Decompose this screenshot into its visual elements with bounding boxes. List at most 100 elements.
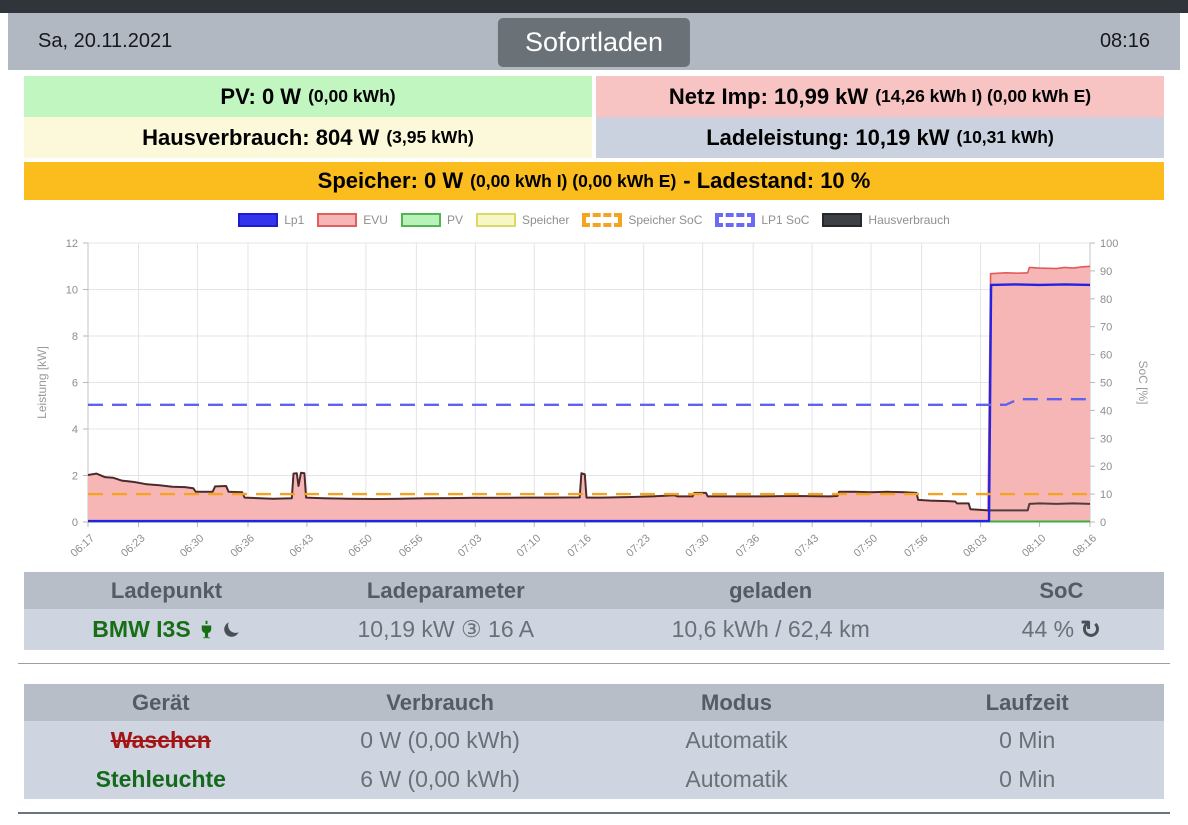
x-tick-label: 07:30 [683,532,711,559]
device-consumption: 6 W (0,00 kWh) [360,766,520,792]
bottom-divider [18,812,1170,814]
y-tick-label-right: 100 [1100,238,1118,250]
x-tick-label: 07:56 [902,532,930,559]
soc-cell: 44 % ↻ [959,615,1164,645]
x-tick-label: 06:23 [119,532,147,559]
soc-value: 44 % [1021,616,1075,642]
y-tick-label-right: 20 [1100,461,1112,473]
y-tick-label-right: 90 [1100,266,1112,278]
device-name[interactable]: Waschen [24,727,298,754]
date-label: Sa, 20.11.2021 [38,30,173,52]
device-runtime: 0 Min [999,766,1056,792]
devices-table-header: Gerät Verbrauch Modus Laufzeit [24,684,1164,721]
chart-legend: Lp1 EVU PV Speicher Speicher SoC LP1 SoC Hausv… [0,213,1188,227]
y-axis-title-right: SoC [%] [1136,360,1150,404]
legend-swatch [582,213,623,227]
top-status-strip [0,0,1188,13]
moon-icon [223,622,239,637]
charged-amount: 10,6 kWh / 62,4 km [671,616,870,642]
legend-label: PV [446,213,463,227]
col-modus: Modus [701,689,772,715]
y-tick-label-left: 4 [72,424,78,436]
y-tick-label-right: 70 [1100,322,1112,334]
y-tick-label-right: 40 [1100,405,1112,417]
legend-item[interactable]: PV [400,213,463,227]
x-tick-label: 07:43 [793,532,821,559]
pv-value: PV: 0 W [220,83,302,109]
device-name[interactable]: Stehleuchte [24,766,298,793]
x-tick-label: 07:10 [515,532,543,559]
y-tick-label-left: 6 [72,378,78,390]
legend-label: Speicher SoC [628,213,703,227]
legend-item[interactable]: Lp1 [238,213,304,227]
device-mode: Automatik [685,766,788,792]
x-tick-label: 08:10 [1020,532,1048,559]
legend-item[interactable]: Speicher [475,213,569,227]
series-area-EVU [88,266,1090,522]
devices-table-body: Waschen 0 W (0,00 kWh) Automatik 0 Min Stehl… [24,721,1164,799]
legend-item[interactable]: Speicher SoC [582,213,702,227]
charge-mode-button[interactable]: Sofortladen [497,18,691,67]
legend-label: EVU [363,213,388,227]
charge-power-energy: (10,31 kWh) [956,127,1054,147]
x-tick-label: 06:43 [287,532,315,559]
power-chart: Lp1 EVU PV Speicher Speicher SoC LP1 SoC Hausv… [0,200,1188,565]
header-bar: Sa, 20.11.2021 Sofortladen 08:16 [8,13,1180,70]
grid-import-energy: (14,26 kWh I) (0,00 kWh E) [875,86,1092,106]
battery-status-bar: Speicher: 0 W (0,00 kWh I) (0,00 kWh E) … [24,162,1164,200]
col-geraet: Gerät [132,689,190,715]
col-ladepunkt: Ladepunkt [110,577,223,603]
legend-label: LP1 SoC [761,213,810,227]
chargepoint-row[interactable]: BMW I3S 10,19 kW ③ 16 A 10,6 kWh / 62,4 … [24,609,1164,650]
status-grid: PV: 0 W (0,00 kWh) Netz Imp: 10,99 kW (1… [24,76,1164,158]
x-tick-label: 08:16 [1071,532,1099,559]
refresh-soc-icon[interactable]: ↻ [1080,615,1101,645]
col-ladeparameter: Ladeparameter [366,577,525,603]
battery-soc: - Ladestand: 10 % [683,168,871,193]
y-tick-label-left: 12 [66,238,78,250]
legend-label: Lp1 [284,213,305,227]
x-tick-label: 07:23 [624,532,652,559]
y-tick-label-right: 80 [1100,294,1112,306]
vehicle-name[interactable]: BMW I3S [92,616,190,643]
house-energy: (3,95 kWh) [386,127,474,147]
house-value: Hausverbrauch: 804 W [142,124,380,150]
grid-import-status: Netz Imp: 10,99 kW (14,26 kWh I) (0,00 k… [596,76,1164,117]
charge-power-status: Ladeleistung: 10,19 kW (10,31 kWh) [596,117,1164,158]
house-consumption-status: Hausverbrauch: 804 W (3,95 kWh) [24,117,592,158]
x-tick-label: 06:56 [397,532,425,559]
chargepoint-table: Ladepunkt Ladeparameter geladen SoC BMW … [24,572,1164,650]
devices-table: Gerät Verbrauch Modus Laufzeit Waschen 0 … [24,684,1164,799]
col-soc: SoC [1039,577,1084,603]
series-line-EVU [87,265,1091,512]
legend-swatch [400,213,441,227]
device-row[interactable]: Waschen 0 W (0,00 kWh) Automatik 0 Min [24,721,1164,760]
device-runtime: 0 Min [999,727,1056,753]
chargepoint-table-header: Ladepunkt Ladeparameter geladen SoC [24,572,1164,609]
device-row[interactable]: Stehleuchte 6 W (0,00 kWh) Automatik 0 Min [24,760,1164,799]
pv-status: PV: 0 W (0,00 kWh) [24,76,592,117]
y-tick-label-right: 0 [1100,517,1106,529]
charge-params: 10,19 kW ③ 16 A [357,616,535,642]
x-tick-label: 08:03 [961,532,989,559]
legend-item[interactable]: EVU [317,213,388,227]
legend-swatch [822,213,863,227]
x-tick-label: 06:30 [178,532,206,559]
device-mode: Automatik [685,727,788,753]
y-tick-label-right: 10 [1100,489,1112,501]
chargepoint-name-cell[interactable]: BMW I3S [24,616,309,643]
y-tick-label-left: 2 [72,471,78,483]
y-tick-label-right: 30 [1100,433,1112,445]
battery-energy: (0,00 kWh I) (0,00 kWh E) [470,170,677,191]
plug-icon [201,620,211,639]
x-tick-label: 07:36 [734,532,762,559]
x-tick-label: 07:03 [456,532,484,559]
x-tick-label: 06:17 [69,532,97,559]
x-tick-label: 07:50 [852,532,880,559]
y-axis-title-left: Leistung [kW] [35,346,49,419]
x-tick-label: 07:16 [565,532,593,559]
legend-item[interactable]: LP1 SoC [715,213,809,227]
legend-item[interactable]: Hausverbrauch [822,213,950,227]
chart-canvas: 06:17 06:23 06:30 06:36 06:43 06:50 06:56 07:03… [35,238,1150,560]
col-verbrauch: Verbrauch [386,689,494,715]
